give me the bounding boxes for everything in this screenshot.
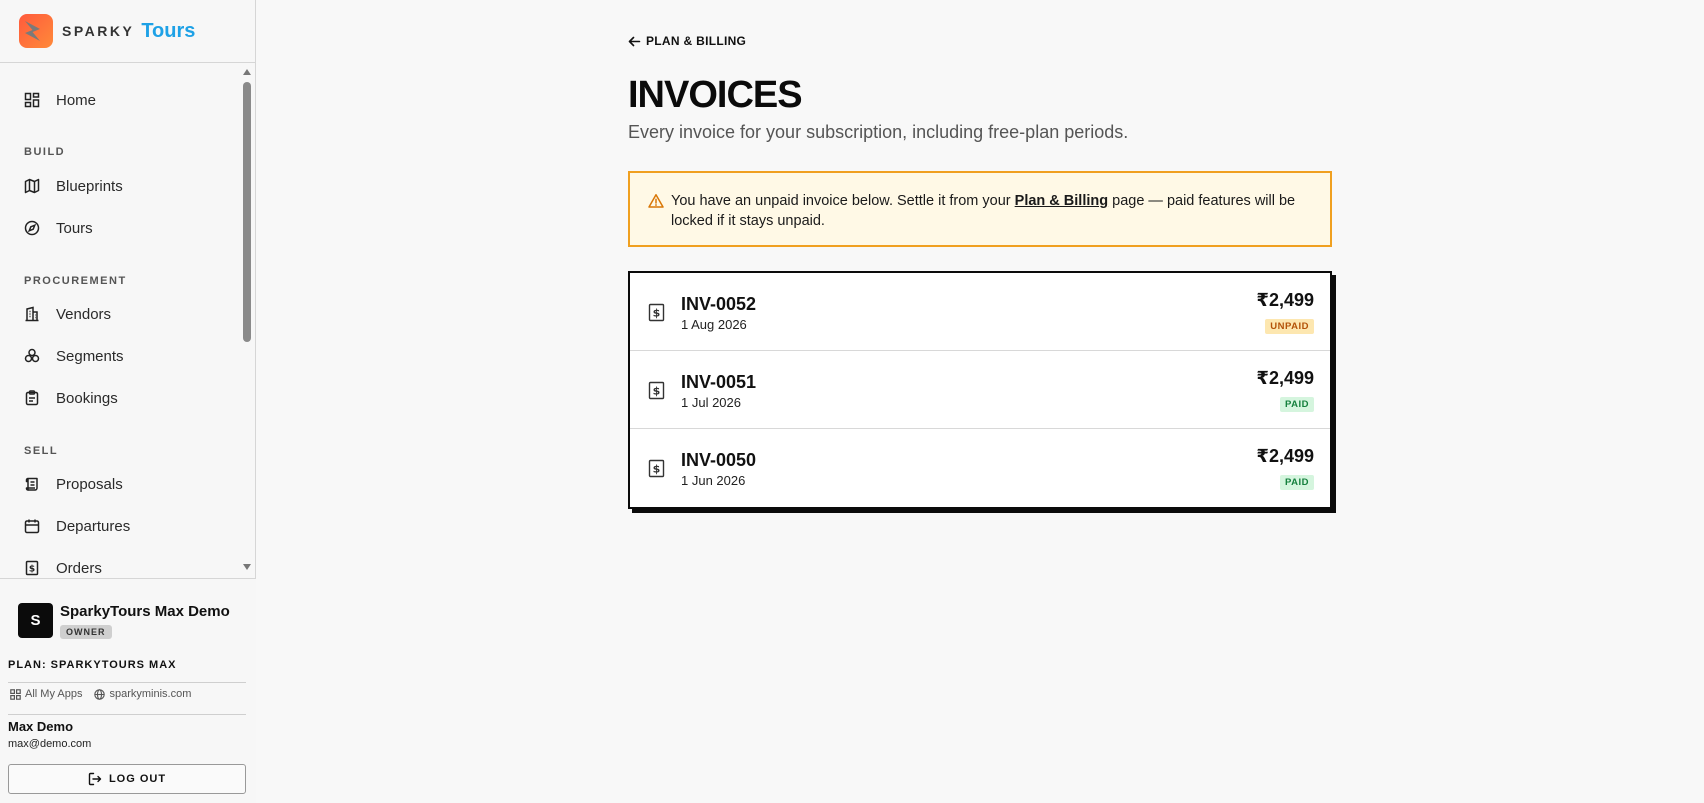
globe-icon	[94, 688, 106, 700]
brand-name: SPARKY	[62, 23, 135, 39]
page-title: INVOICES	[628, 74, 803, 116]
sidebar-item-label: Vendors	[56, 305, 112, 323]
calendar-icon	[24, 518, 40, 534]
arrow-left-icon	[628, 35, 641, 48]
svg-text:$: $	[653, 463, 661, 476]
page-subtitle: Every invoice for your subscription, inc…	[628, 122, 1129, 142]
back-link[interactable]: PLAN & BILLING	[628, 34, 746, 48]
grid-icon	[10, 688, 21, 700]
logout-label: LOG OUT	[108, 773, 167, 785]
scroll-thumb[interactable]	[243, 82, 251, 342]
scroll-up-arrow-icon[interactable]	[243, 69, 251, 75]
invoice-icon: $	[648, 381, 665, 400]
invoice-row[interactable]: $ INV-0050 1 Jun 2026 ₹2,499 PAID	[630, 429, 1330, 507]
invoice-amount: ₹2,499	[1256, 446, 1314, 466]
invoice-amount: ₹2,499	[1256, 368, 1314, 388]
site-link[interactable]: sparkyminis.com	[94, 688, 191, 700]
sidebar-item-tours[interactable]: Tours	[24, 213, 224, 243]
warning-icon	[648, 193, 664, 209]
svg-text:$: $	[653, 385, 661, 398]
all-apps-link[interactable]: All My Apps	[10, 688, 82, 700]
invoice-date: 1 Aug 2026	[681, 317, 747, 332]
sidebar-item-label: Blueprints	[56, 177, 123, 195]
sidebar-item-bookings[interactable]: Bookings	[24, 383, 224, 413]
sidebar-item-home[interactable]: Home	[24, 85, 224, 115]
dashboard-icon	[24, 92, 40, 108]
invoice-row[interactable]: $ INV-0052 1 Aug 2026 ₹2,499 UNPAID	[630, 273, 1330, 351]
invoice-list: $ INV-0052 1 Aug 2026 ₹2,499 UNPAID $ IN…	[628, 271, 1332, 509]
sidebar-item-label: Proposals	[56, 475, 123, 493]
svg-text:$: $	[29, 565, 35, 575]
divider	[8, 682, 246, 683]
invoice-date: 1 Jul 2026	[681, 395, 741, 410]
sidebar-item-label: Home	[56, 91, 97, 109]
logout-icon	[88, 772, 102, 786]
nav-section-sell: SELL	[24, 445, 59, 457]
site-label: sparkyminis.com	[109, 688, 192, 700]
user-email: max@demo.com	[8, 738, 92, 750]
invoice-amount: ₹2,499	[1256, 290, 1314, 310]
brand-logo	[19, 14, 53, 48]
nav-section-build: BUILD	[24, 146, 66, 158]
map-icon	[24, 178, 40, 194]
sidebar-item-vendors[interactable]: Vendors	[24, 299, 224, 329]
user-name: Max Demo	[8, 719, 74, 734]
scroll-icon	[24, 476, 40, 492]
back-label: PLAN & BILLING	[646, 34, 747, 48]
sidebar: SPARKY Tours Home BUILD Blueprints Tours…	[0, 0, 256, 803]
sidebar-item-segments[interactable]: Segments	[24, 341, 224, 371]
invoice-number: INV-0050	[681, 450, 757, 470]
nav-section-procurement: PROCUREMENT	[24, 275, 127, 287]
invoice-row[interactable]: $ INV-0051 1 Jul 2026 ₹2,499 PAID	[630, 351, 1330, 429]
sidebar-footer: S SparkyTours Max Demo OWNER PLAN: SPARK…	[0, 578, 256, 803]
plan-label: PLAN: SPARKYTOURS MAX	[8, 659, 177, 671]
invoice-number: INV-0051	[681, 372, 757, 392]
status-badge: PAID	[1280, 475, 1314, 490]
sidebar-item-departures[interactable]: Departures	[24, 511, 224, 541]
svg-text:$: $	[653, 307, 661, 320]
divider	[8, 714, 246, 715]
role-badge: OWNER	[60, 625, 112, 639]
plan-billing-link[interactable]: Plan & Billing	[1015, 193, 1108, 209]
brand[interactable]: SPARKY Tours	[0, 0, 255, 63]
sidebar-item-label: Departures	[56, 517, 131, 535]
footer-links: All My Apps sparkyminis.com	[10, 688, 203, 700]
invoice-icon: $	[648, 459, 665, 478]
building-icon	[24, 306, 40, 322]
receipt-icon: $	[24, 560, 40, 576]
alert-text-before: You have an unpaid invoice below. Settle…	[671, 193, 1015, 209]
sidebar-item-orders[interactable]: $ Orders	[24, 553, 224, 578]
all-apps-label: All My Apps	[25, 688, 83, 700]
status-badge: PAID	[1280, 397, 1314, 412]
sidebar-item-label: Orders	[56, 559, 102, 577]
invoice-date: 1 Jun 2026	[681, 473, 746, 488]
unpaid-alert: You have an unpaid invoice below. Settle…	[628, 171, 1332, 247]
sidebar-scrollbar[interactable]	[240, 64, 254, 578]
scroll-down-arrow-icon[interactable]	[243, 564, 251, 570]
invoice-icon: $	[648, 303, 665, 322]
org-avatar: S	[18, 603, 53, 638]
sidebar-item-label: Segments	[56, 347, 124, 365]
sidebar-nav: Home BUILD Blueprints Tours PROCUREMENT	[0, 64, 256, 578]
sidebar-item-label: Bookings	[56, 389, 118, 407]
segments-icon	[24, 348, 40, 364]
brand-name-accent: Tours	[141, 19, 196, 42]
sidebar-item-proposals[interactable]: Proposals	[24, 469, 224, 499]
sidebar-item-blueprints[interactable]: Blueprints	[24, 171, 224, 201]
org-card[interactable]: S SparkyTours Max Demo OWNER	[18, 603, 230, 640]
clipboard-icon	[24, 390, 40, 406]
status-badge: UNPAID	[1265, 319, 1314, 334]
sidebar-item-label: Tours	[56, 219, 93, 237]
compass-icon	[24, 220, 40, 236]
org-name: SparkyTours Max Demo	[60, 603, 230, 620]
invoice-number: INV-0052	[681, 294, 757, 314]
logout-button[interactable]: LOG OUT	[8, 764, 246, 794]
